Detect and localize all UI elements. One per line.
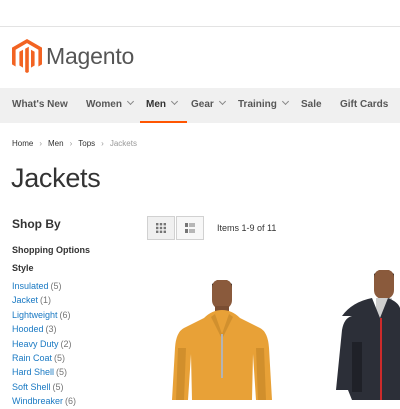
filter-count: (5) xyxy=(56,367,68,378)
nav-item-women[interactable]: Women xyxy=(86,88,134,123)
filter-option[interactable]: Hooded (3) xyxy=(12,322,76,336)
chevron-right-icon: › xyxy=(69,139,73,148)
shop-by-heading: Shop By xyxy=(12,217,61,231)
magento-logo-icon xyxy=(12,39,42,73)
nav-item-gift-cards[interactable]: Gift Cards xyxy=(340,88,388,123)
nav-item-label: What's New xyxy=(12,99,68,110)
filter-list: Insulated (5) Jacket (1) Lightweight (6) Ho… xyxy=(12,279,76,409)
filter-count: (5) xyxy=(52,381,64,392)
filter-option[interactable]: Lightweight (6) xyxy=(12,308,76,322)
breadcrumb: Home › Men › Tops › Jackets xyxy=(12,139,137,148)
chevron-down-icon xyxy=(281,97,289,106)
filter-option[interactable]: Heavy Duty (2) xyxy=(12,337,76,351)
layered-navigation: Shop By Shopping Options Style Insulated… xyxy=(12,215,142,406)
filter-count: (1) xyxy=(40,295,52,306)
filter-label: Lightweight xyxy=(12,309,58,320)
breadcrumb-men[interactable]: Men xyxy=(48,139,64,148)
filter-label: Hooded xyxy=(12,324,44,335)
filter-option[interactable]: Jacket (1) xyxy=(12,293,76,307)
filter-option[interactable]: Rain Coat (5) xyxy=(12,351,76,365)
chevron-down-icon xyxy=(218,97,226,106)
nav-item-label: Women xyxy=(86,99,122,110)
grid-icon xyxy=(156,223,166,233)
filter-label: Insulated xyxy=(12,281,49,291)
nav-item-whats-new[interactable]: What's New xyxy=(12,88,68,123)
filter-option[interactable]: Hard Shell (5) xyxy=(12,365,76,379)
chevron-right-icon: › xyxy=(101,139,104,148)
filter-count: (5) xyxy=(54,352,66,363)
chevron-down-icon xyxy=(126,97,134,106)
filter-label: Heavy Duty xyxy=(12,338,59,349)
list-view-button[interactable] xyxy=(176,216,204,240)
nav-item-sale[interactable]: Sale xyxy=(301,88,322,123)
main-navigation: What's New Women Men Gear Training Sale … xyxy=(0,88,400,123)
filter-option[interactable]: Windbreaker (6) xyxy=(12,394,76,408)
product-item-image[interactable] xyxy=(322,262,400,400)
brand-name: Magento xyxy=(46,42,135,69)
nav-item-label: Gear xyxy=(191,99,214,110)
store-logo[interactable]: Magento xyxy=(12,39,134,73)
filter-label: Windbreaker xyxy=(12,396,64,407)
nav-item-training[interactable]: Training xyxy=(238,88,289,123)
breadcrumb-home[interactable]: Home xyxy=(12,139,33,148)
filter-count: (2) xyxy=(60,338,72,349)
filter-group-style[interactable]: Style xyxy=(12,263,34,273)
breadcrumb-current: Jackets xyxy=(109,139,137,148)
top-bar xyxy=(0,0,400,27)
list-icon xyxy=(185,223,195,233)
grid-view-button[interactable] xyxy=(147,216,175,240)
filter-count: (5) xyxy=(50,281,62,291)
page-title: Jackets xyxy=(11,163,101,193)
filter-option[interactable]: Insulated (5) xyxy=(12,279,76,293)
filter-count: (6) xyxy=(65,396,77,407)
toolbar-amount: Items 1-9 of 11 xyxy=(217,223,277,233)
product-item-image[interactable] xyxy=(162,262,280,400)
filter-label: Jacket xyxy=(12,295,39,306)
nav-item-men[interactable]: Men xyxy=(140,88,187,123)
nav-item-label: Gift Cards xyxy=(340,99,389,110)
chevron-down-icon xyxy=(170,97,179,106)
nav-item-label: Sale xyxy=(301,99,322,110)
filter-option[interactable]: Soft Shell (5) xyxy=(12,380,76,394)
nav-item-label: Men xyxy=(146,99,166,110)
breadcrumb-tops[interactable]: Tops xyxy=(78,139,95,148)
nav-item-label: Training xyxy=(238,99,277,110)
filter-label: Rain Coat xyxy=(12,352,53,363)
filter-count: (3) xyxy=(45,324,57,335)
filter-label: Soft Shell xyxy=(12,381,51,392)
chevron-right-icon: › xyxy=(39,139,43,148)
nav-item-gear[interactable]: Gear xyxy=(191,88,226,123)
product-photo xyxy=(172,280,272,400)
filter-count: (6) xyxy=(59,309,71,320)
filter-label: Hard Shell xyxy=(12,367,55,378)
product-photo xyxy=(336,270,400,400)
shopping-options-heading: Shopping Options xyxy=(12,245,90,255)
